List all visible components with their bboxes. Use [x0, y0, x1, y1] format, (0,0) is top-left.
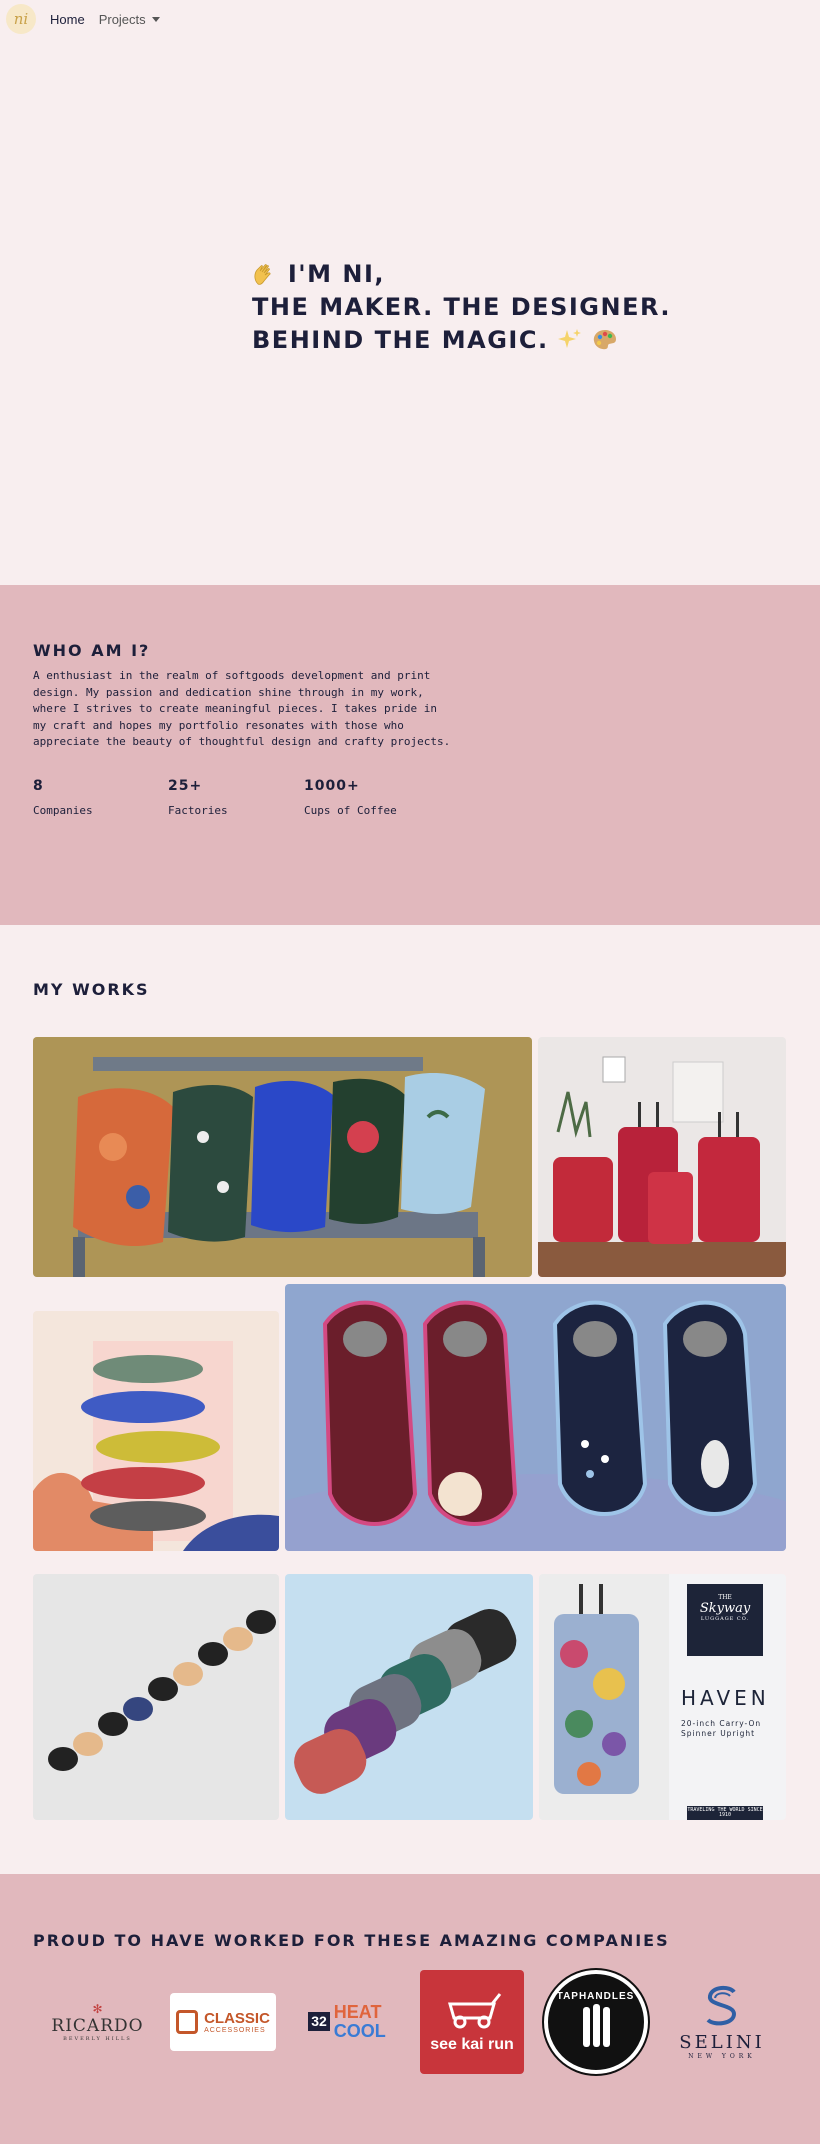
stat-companies: 8 Companies: [33, 778, 93, 817]
stat-coffee: 1000+ Cups of Coffee: [304, 778, 397, 817]
logo-text: ni: [13, 10, 29, 28]
heat-text: HEAT: [333, 2001, 382, 2022]
nav-projects-dropdown[interactable]: Projects: [99, 12, 160, 27]
stat-number: 8: [33, 778, 44, 794]
sparkles-icon: [558, 326, 592, 354]
brand-taphandles: TAPHANDLES: [541, 1967, 650, 2076]
heatcool-num: 32: [308, 2012, 330, 2031]
work-tile-sunglasses[interactable]: [33, 1574, 279, 1820]
selini-s-icon: [706, 1985, 737, 2025]
haven-footer: TRAVELING THE WORLD SINCE 1910: [687, 1806, 763, 1820]
stat-factories: 25+ Factories: [168, 778, 228, 817]
tap-handles-icon: [582, 2004, 610, 2047]
about-section: WHO AM I? A enthusiast in the realm of s…: [0, 585, 820, 925]
classic-logo-icon: [176, 2009, 199, 2034]
hero-line-3-text: BEHIND THE MAGIC.: [252, 326, 549, 354]
about-title: WHO AM I?: [33, 641, 151, 660]
ricardo-sub: BEVERLY HILLS: [63, 2035, 132, 2042]
wagon-icon: [448, 1992, 502, 2028]
haven-brand-badge: THE Skyway LUGGAGE CO.: [687, 1584, 763, 1656]
taphandles-name: TAPHANDLES: [556, 1991, 635, 2002]
haven-brand-name: Skyway: [699, 1601, 751, 1616]
brand-classic-accessories: CLASSIC ACCESSORIES: [170, 1969, 276, 2074]
nav-projects-label: Projects: [98, 11, 146, 27]
hero-line-1-text: I'M NI,: [287, 260, 386, 288]
haven-heading: HAVEN: [681, 1686, 770, 1710]
haven-desc: 20-inch Carry-On Spinner Upright: [681, 1719, 762, 1738]
work-tile-haven-luggage[interactable]: THE Skyway LUGGAGE CO. HAVEN 20-inch Car…: [539, 1574, 786, 1820]
brand-ricardo: ✻ RICARDO BEVERLY HILLS: [40, 1969, 155, 2074]
haven-brand-sub: LUGGAGE CO.: [700, 1616, 750, 1622]
site-logo[interactable]: ni: [6, 4, 36, 34]
ricardo-name: RICARDO: [51, 2015, 144, 2036]
brand-heat-cool: 32 HEAT COOL: [295, 1969, 399, 2074]
classic-name: CLASSIC: [204, 2009, 270, 2027]
hero-line-2: THE MAKER. THE DESIGNER.: [252, 293, 672, 321]
selini-name: SELINI: [679, 2031, 765, 2053]
stat-number: 1000+: [304, 778, 360, 794]
seekairun-name: see kai run: [430, 2035, 514, 2053]
artist-palette-icon: [592, 326, 618, 354]
stat-number: 25+: [168, 778, 203, 794]
stat-label: Factories: [168, 804, 228, 817]
companies-section: PROUD TO HAVE WORKED FOR THESE AMAZING C…: [0, 1874, 820, 2144]
work-tile-kids-slippers[interactable]: [285, 1284, 786, 1551]
hero-heading: I'M NI, THE MAKER. THE DESIGNER. BEHIND …: [252, 258, 812, 357]
about-text: A enthusiast in the realm of softgoods d…: [33, 669, 451, 748]
stat-label: Companies: [33, 804, 93, 817]
works-title: MY WORKS: [33, 980, 150, 999]
cool-text: COOL: [333, 2020, 386, 2041]
navbar: ni Home Projects: [0, 0, 820, 38]
hero-line-3: BEHIND THE MAGIC.: [252, 324, 812, 357]
classic-sub: ACCESSORIES: [204, 2026, 266, 2034]
stat-label: Cups of Coffee: [304, 804, 397, 817]
hero-line-1: I'M NI,: [252, 258, 812, 291]
haven-brand-the: THE: [718, 1594, 732, 1601]
selini-sub: NEW YORK: [688, 2052, 756, 2060]
palm-tree-icon: ✻: [92, 2001, 103, 2016]
work-tile-belt-bags[interactable]: [285, 1574, 533, 1820]
work-tile-slides[interactable]: [33, 1311, 279, 1551]
work-tile-red-luggage[interactable]: [538, 1037, 786, 1277]
waving-hand-icon: [252, 260, 288, 288]
nav-home[interactable]: Home: [50, 12, 85, 27]
brand-see-kai-run: see kai run: [420, 1969, 524, 2074]
companies-title: PROUD TO HAVE WORKED FOR THESE AMAZING C…: [33, 1931, 670, 1950]
work-tile-pillows[interactable]: [33, 1037, 532, 1277]
brand-selini: SELINI NEW YORK: [668, 1969, 776, 2074]
chevron-down-icon: [151, 16, 160, 22]
